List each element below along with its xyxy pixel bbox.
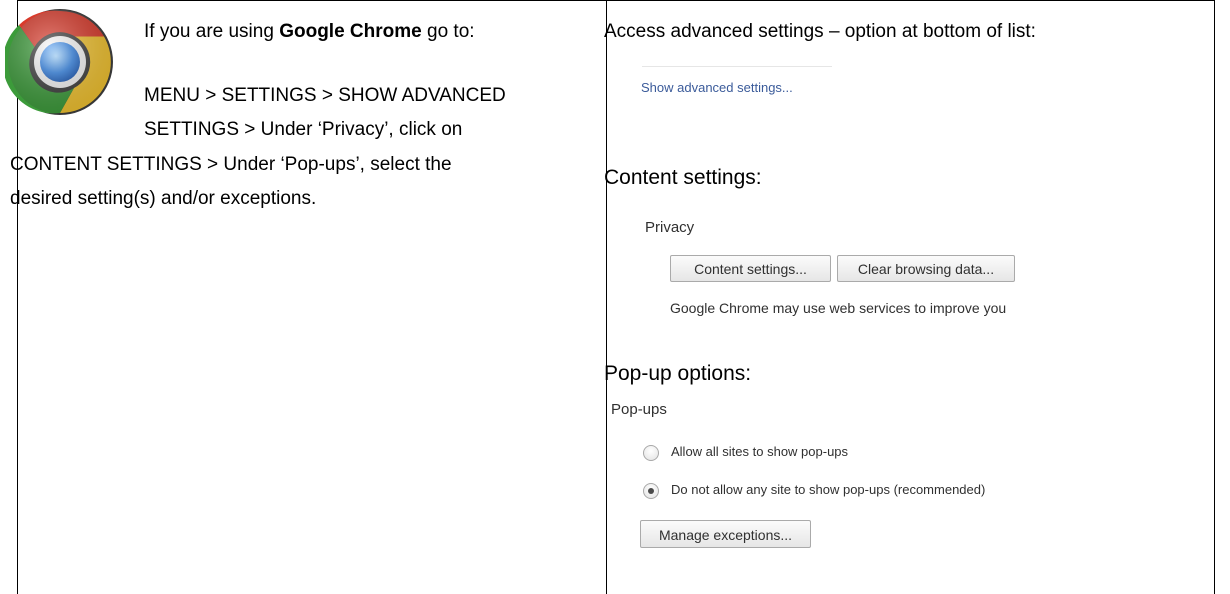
table-border-right [1214, 0, 1215, 594]
heading-popup-options: Pop-up options: [604, 362, 752, 385]
instruction-suffix: go to: [421, 21, 475, 42]
heading-content-settings: Content settings: [604, 166, 762, 189]
browser-name: Google Chrome [279, 21, 422, 42]
privacy-section-label: Privacy [645, 219, 695, 236]
instruction-line-4: CONTENT SETTINGS > Under ‘Pop-ups’, sele… [10, 154, 452, 175]
manage-exceptions-button[interactable]: Manage exceptions... [640, 520, 811, 548]
table-border-top [17, 0, 1215, 1]
settings-divider [642, 66, 832, 67]
instruction-prefix: If you are using [144, 21, 280, 42]
radio-button-selected-icon[interactable] [643, 483, 659, 499]
instruction-line-5: desired setting(s) and/or exceptions. [10, 188, 317, 209]
table-border-middle [606, 0, 607, 594]
radio-label-allow: Allow all sites to show pop-ups [671, 444, 849, 459]
instruction-line-3: SETTINGS > Under ‘Privacy’, click on [144, 119, 463, 140]
google-chrome-logo-icon [5, 9, 113, 115]
clear-browsing-data-button[interactable]: Clear browsing data... [837, 255, 1015, 282]
radio-button-icon[interactable] [643, 445, 659, 461]
instruction-line-2: MENU > SETTINGS > SHOW ADVANCED [144, 85, 506, 106]
content-settings-button[interactable]: Content settings... [670, 255, 831, 282]
show-advanced-settings-link[interactable]: Show advanced settings... [641, 80, 793, 95]
radio-label-block: Do not allow any site to show pop-ups (r… [671, 482, 986, 497]
popups-section-label: Pop-ups [611, 401, 667, 418]
instruction-line-1: If you are using Google Chrome go to: [144, 15, 475, 49]
web-services-note: Google Chrome may use web services to im… [670, 300, 1007, 316]
heading-advanced-settings: Access advanced settings – option at bot… [604, 21, 1036, 42]
